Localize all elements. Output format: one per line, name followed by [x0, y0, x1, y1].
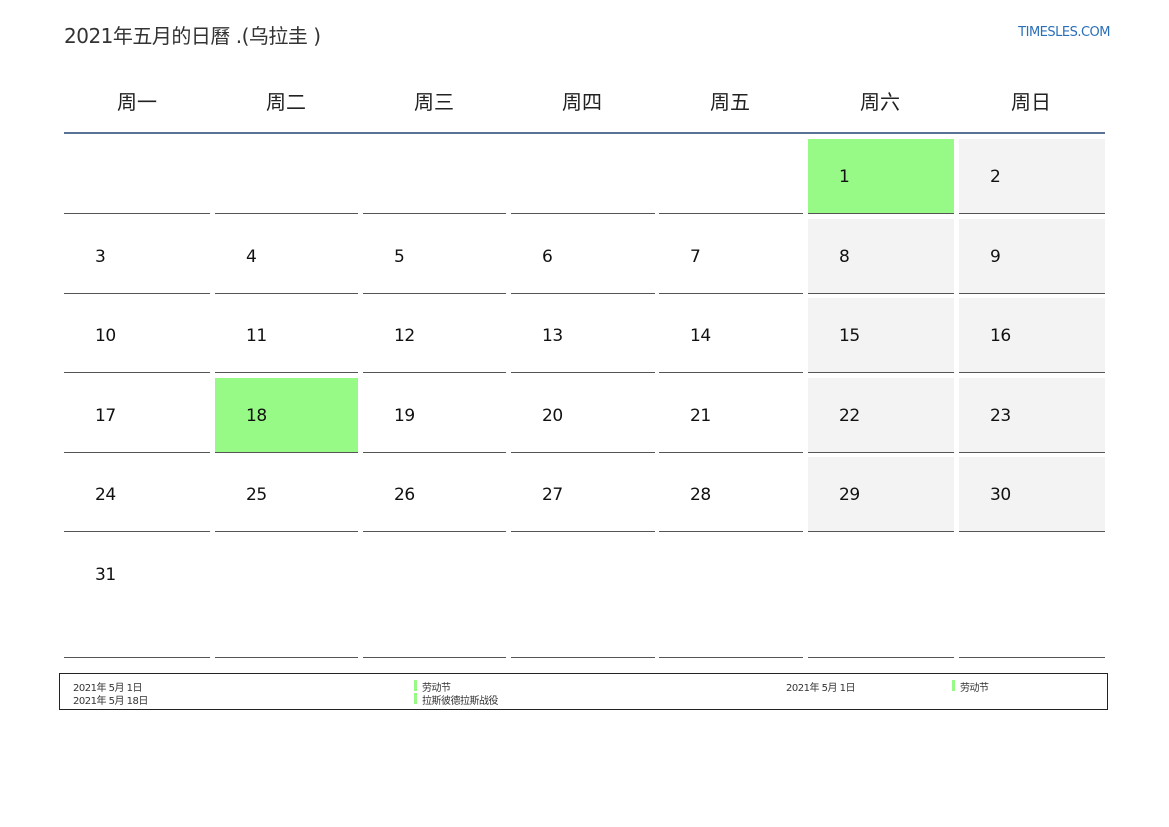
- weekday-sat: 周六: [860, 90, 900, 114]
- day-cell-empty: [808, 537, 954, 658]
- day-cell-empty: [659, 139, 803, 214]
- day-cell-28[interactable]: 28: [659, 457, 803, 532]
- day-cell-29[interactable]: 29: [808, 457, 954, 532]
- day-cell-4[interactable]: 4: [215, 219, 358, 294]
- weekday-fri: 周五: [710, 90, 750, 114]
- day-cell-15[interactable]: 15: [808, 298, 954, 373]
- day-number: 23: [990, 406, 1011, 426]
- day-cell-empty: [363, 537, 506, 658]
- holiday-marker: [952, 680, 955, 691]
- day-number: 14: [690, 326, 711, 346]
- day-number: 9: [990, 247, 1001, 267]
- day-number: 18: [246, 406, 267, 426]
- day-number: 16: [990, 326, 1011, 346]
- day-cell-25[interactable]: 25: [215, 457, 358, 532]
- weekday-wed: 周三: [414, 90, 454, 114]
- day-number: 24: [95, 485, 116, 505]
- day-cell-31[interactable]: 31: [64, 537, 210, 658]
- holiday-name: 拉斯彼德拉斯战役: [422, 696, 499, 707]
- holiday-date: 2021年 5月 1日: [786, 683, 856, 694]
- day-number: 28: [690, 485, 711, 505]
- weekday-thu: 周四: [562, 90, 602, 114]
- day-cell-empty: [659, 537, 803, 658]
- day-number: 31: [95, 565, 116, 585]
- day-number: 15: [839, 326, 860, 346]
- day-cell-14[interactable]: 14: [659, 298, 803, 373]
- day-number: 13: [542, 326, 563, 346]
- day-cell-17[interactable]: 17: [64, 378, 210, 453]
- day-cell-12[interactable]: 12: [363, 298, 506, 373]
- day-cell-7[interactable]: 7: [659, 219, 803, 294]
- day-cell-21[interactable]: 21: [659, 378, 803, 453]
- day-number: 21: [690, 406, 711, 426]
- day-number: 1: [839, 167, 850, 187]
- page-title: 2021年五月的日曆 .(乌拉圭 ): [64, 24, 321, 48]
- weekday-tue: 周二: [266, 90, 306, 114]
- day-cell-2[interactable]: 2: [959, 139, 1105, 214]
- day-cell-10[interactable]: 10: [64, 298, 210, 373]
- holiday-date: 2021年 5月 18日: [73, 696, 148, 707]
- day-number: 2: [990, 167, 1001, 187]
- day-cell-3[interactable]: 3: [64, 219, 210, 294]
- day-cell-22[interactable]: 22: [808, 378, 954, 453]
- day-number: 7: [690, 247, 701, 267]
- day-cell-26[interactable]: 26: [363, 457, 506, 532]
- day-number: 12: [394, 326, 415, 346]
- day-cell-empty: [511, 537, 655, 658]
- day-cell-empty: [959, 537, 1105, 658]
- day-number: 30: [990, 485, 1011, 505]
- day-number: 25: [246, 485, 267, 505]
- day-number: 4: [246, 247, 257, 267]
- day-number: 8: [839, 247, 850, 267]
- day-number: 11: [246, 326, 267, 346]
- holiday-legend: 2021年 5月 1日 2021年 5月 18日 劳动节 拉斯彼德拉斯战役 20…: [59, 673, 1108, 710]
- day-number: 17: [95, 406, 116, 426]
- day-cell-13[interactable]: 13: [511, 298, 655, 373]
- day-number: 19: [394, 406, 415, 426]
- day-cell-1[interactable]: 1: [808, 139, 954, 214]
- day-cell-27[interactable]: 27: [511, 457, 655, 532]
- day-cell-19[interactable]: 19: [363, 378, 506, 453]
- day-cell-24[interactable]: 24: [64, 457, 210, 532]
- day-cell-23[interactable]: 23: [959, 378, 1105, 453]
- holiday-marker: [414, 680, 417, 691]
- day-cell-empty: [511, 139, 655, 214]
- day-cell-empty: [64, 139, 210, 214]
- weekday-sun: 周日: [1011, 90, 1051, 114]
- day-cell-6[interactable]: 6: [511, 219, 655, 294]
- day-cell-16[interactable]: 16: [959, 298, 1105, 373]
- day-number: 27: [542, 485, 563, 505]
- weekday-header: 周一 周二 周三 周四 周五 周六 周日: [64, 86, 1105, 134]
- day-cell-11[interactable]: 11: [215, 298, 358, 373]
- day-cell-30[interactable]: 30: [959, 457, 1105, 532]
- holiday-marker: [414, 693, 417, 704]
- day-cell-18[interactable]: 18: [215, 378, 358, 453]
- day-number: 10: [95, 326, 116, 346]
- brand-link[interactable]: TIMESLES.COM: [1018, 25, 1110, 40]
- day-cell-8[interactable]: 8: [808, 219, 954, 294]
- day-number: 5: [394, 247, 405, 267]
- day-number: 29: [839, 485, 860, 505]
- day-number: 20: [542, 406, 563, 426]
- weekday-mon: 周一: [117, 90, 157, 114]
- day-cell-9[interactable]: 9: [959, 219, 1105, 294]
- day-number: 3: [95, 247, 106, 267]
- holiday-name: 劳动节: [960, 683, 989, 694]
- day-cell-empty: [215, 139, 358, 214]
- day-cell-5[interactable]: 5: [363, 219, 506, 294]
- day-number: 22: [839, 406, 860, 426]
- day-cell-20[interactable]: 20: [511, 378, 655, 453]
- day-number: 6: [542, 247, 553, 267]
- day-cell-empty: [215, 537, 358, 658]
- day-cell-empty: [363, 139, 506, 214]
- day-number: 26: [394, 485, 415, 505]
